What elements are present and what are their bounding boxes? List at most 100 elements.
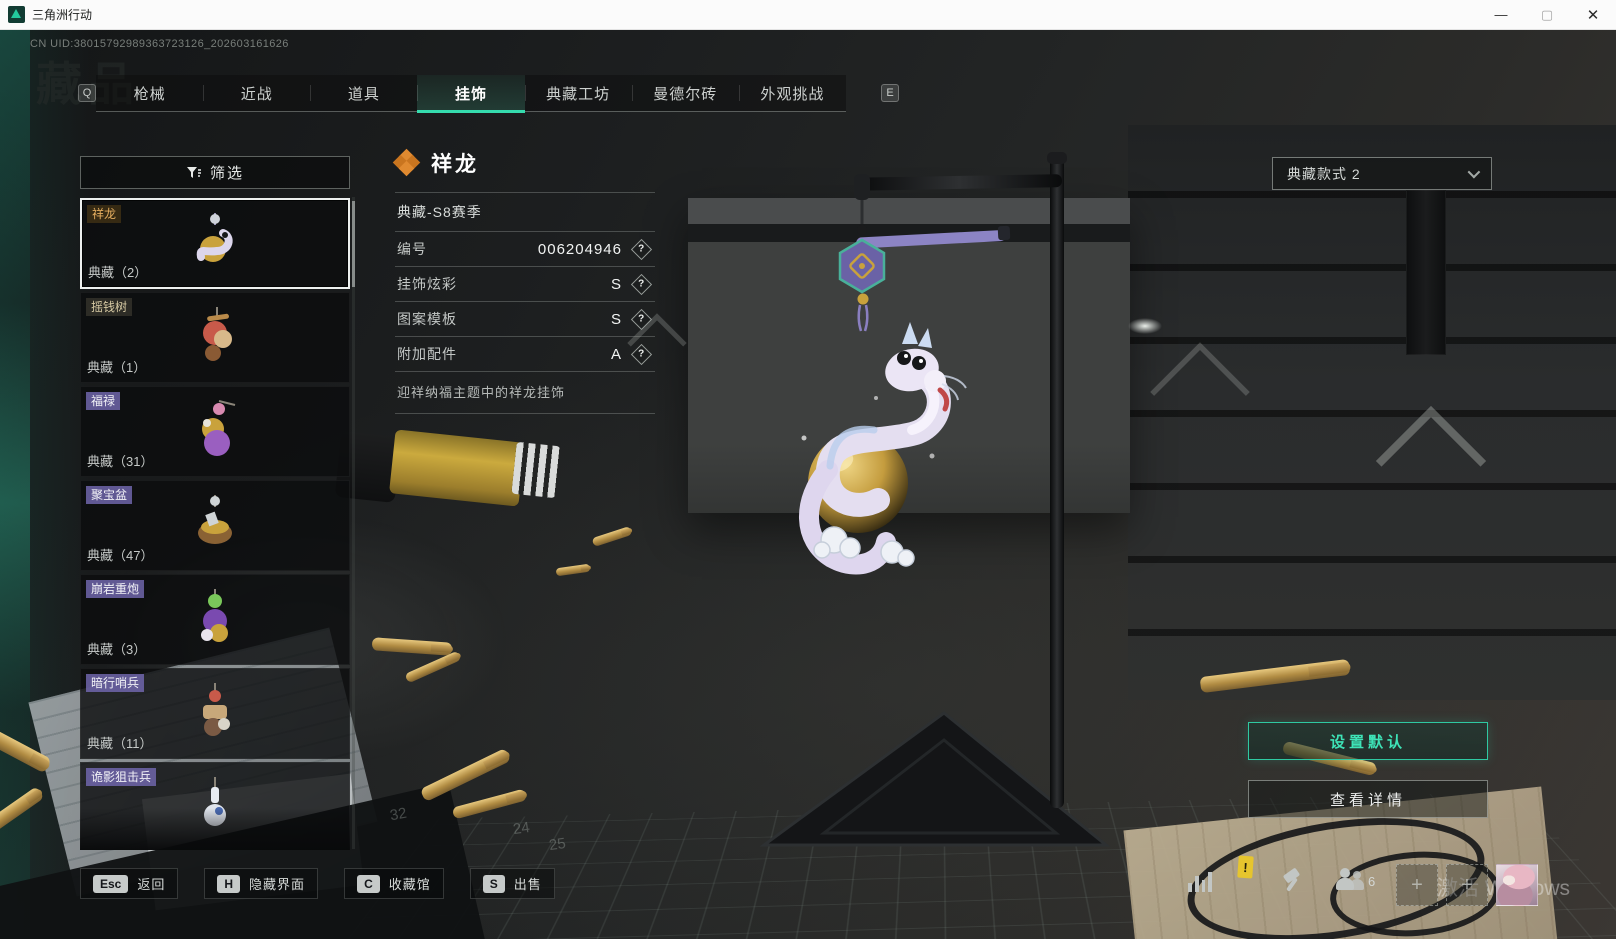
item-thumbnail [198,494,232,544]
auction-hammer-icon[interactable] [1280,867,1306,894]
next-tab-keyhint: E [881,84,899,102]
s-keycap: S [482,874,505,893]
collection-count: 典藏（31） [87,454,154,469]
item-thumbnail [201,588,228,642]
item-name-tag: 崩岩重炮 [86,580,145,598]
item-thumbnail [204,776,226,826]
pendant-3d-view [706,138,1136,873]
h-keycap: H [217,874,241,893]
tab-mandel-brick[interactable]: 曼德尔砖 [631,75,739,111]
floor-marking: 24 [511,818,531,839]
item-thumbnail [202,399,236,456]
item-name-tag: 聚宝盆 [86,486,133,504]
charm-crossbar [856,230,1006,249]
list-item-yaoqianshu[interactable]: 摇钱树 典藏（1） [80,292,350,383]
c-keycap: C [357,874,380,893]
tab-appearance-challenge[interactable]: 外观挑战 [738,75,846,111]
charm-item-list: 祥龙 典藏（2） 摇钱树 典藏（1） 福禄 典藏（31） 聚宝盆 典藏（47） … [80,198,350,850]
friends-icon[interactable] [1336,868,1364,892]
list-item-guiyingjujibing[interactable]: 诡影狙击兵 [80,762,350,850]
tab-guns[interactable]: 枪械 [96,75,203,111]
list-item-anxingshaobing[interactable]: 暗行哨兵 典藏（11） [80,668,350,759]
item-name-tag: 诡影狙击兵 [86,768,157,786]
collection-count: 典藏（1） [87,360,147,375]
tab-collection-workshop[interactable]: 典藏工坊 [524,75,632,111]
item-name-tag: 摇钱树 [86,298,133,316]
tab-melee[interactable]: 近战 [203,75,310,111]
floor-marking: 25 [547,834,567,855]
hide-ui-hotkey[interactable]: H 隐藏界面 [204,868,319,899]
minimize-button[interactable]: — [1478,0,1524,29]
player-avatar[interactable] [1496,864,1538,906]
spray-can [389,429,525,507]
stand-pole [1050,158,1064,808]
detail-row-pattern-template: 图案模板 S ? [395,302,655,336]
filter-funnel-icon [186,166,201,178]
list-item-jubaopen[interactable]: 聚宝盆 典藏（47） [80,480,350,571]
stats-icon[interactable] [1188,870,1212,892]
spray-can [511,441,561,499]
scrollbar-thumb[interactable] [352,201,355,287]
charm-sidebar: 筛选 祥龙 典藏（2） 摇钱树 典藏（1） 福禄 典藏（31） 聚宝盆 典藏（4… [80,156,350,850]
detail-row-charm-finish: 挂饰炫彩 S ? [395,267,655,301]
invite-slot-button[interactable]: + [1396,864,1438,906]
prev-tab-keyhint: Q [78,84,96,102]
item-name-tag: 祥龙 [87,205,122,223]
help-icon[interactable]: ? [630,273,653,295]
item-thumbnail [203,306,232,361]
chevron-down-icon [1467,165,1481,179]
account-uid: CN UID:38015792989363723126_202603161626 [30,38,289,50]
charm-rarity-icon [392,148,421,177]
list-item-xianglong[interactable]: 祥龙 典藏（2） [80,198,350,289]
collection-hall-hotkey[interactable]: C 收藏馆 [344,868,444,899]
help-icon[interactable]: ? [630,238,653,260]
status-icon-bar: ! 6 + + [1180,855,1538,908]
list-item-fulu[interactable]: 福禄 典藏（31） [80,386,350,477]
alert-badge: ! [1237,855,1254,879]
set-default-button[interactable]: 设置默认 [1248,722,1488,760]
charm-title: 祥龙 [431,153,479,176]
detail-row-serial: 编号 006204946 ? [395,232,655,266]
crate-latch [1406,190,1446,355]
item-name-tag: 暗行哨兵 [86,674,145,692]
friends-count: 6 [1368,874,1376,889]
collection-count: 典藏（2） [88,265,148,280]
hotkey-bar: Esc 返回 H 隐藏界面 C 收藏馆 S 出售 [80,868,555,899]
list-item-bengyanzhongpao[interactable]: 崩岩重炮 典藏（3） [80,574,350,665]
window-title: 三角洲行动 [32,8,93,22]
charm-description: 迎祥纳福主题中的祥龙挂饰 [397,385,566,400]
help-icon[interactable]: ? [630,308,653,330]
collection-count: 典藏（47） [87,548,154,563]
charm-detail-panel: 祥龙 典藏-S8赛季 编号 006204946 ? 挂饰炫彩 S ? 图案模板 … [392,148,655,414]
invite-slot-button[interactable]: + [1446,864,1488,906]
close-button[interactable]: ✕ [1570,0,1616,29]
title-bar: 三角洲行动 — ▢ ✕ [0,0,1616,30]
item-thumbnail [196,212,233,262]
help-icon[interactable]: ? [630,343,653,365]
bullet [555,563,591,577]
app-logo-icon [8,6,25,23]
maximize-button[interactable]: ▢ [1524,0,1570,29]
back-hotkey[interactable]: Esc 返回 [80,868,179,899]
floor-marking: 32 [388,804,409,825]
bullet [451,788,528,820]
tab-items[interactable]: 道具 [310,75,417,111]
bullet [591,526,633,547]
style-dropdown[interactable]: 典藏款式 2 [1272,157,1492,190]
view-details-button[interactable]: 查看详情 [1248,780,1488,818]
tab-charms[interactable]: 挂饰 [417,75,525,113]
game-window: 三角洲行动 — ▢ ✕ 32 24 25 CN UID:380157929893… [0,0,1616,939]
dragon-charm [799,322,967,575]
sell-hotkey[interactable]: S 出售 [469,868,555,899]
esc-keycap: Esc [93,874,129,893]
charm-season: 典藏-S8赛季 [397,204,482,220]
sidebar-scrollbar[interactable] [352,197,355,849]
stand-arm [856,174,1063,191]
style-dropdown-value: 典藏款式 2 [1287,165,1361,182]
collection-count: 典藏（11） [87,736,153,751]
collection-count: 典藏（3） [87,642,147,657]
detail-row-extra-accessory: 附加配件 A ? [395,337,655,371]
filter-button[interactable]: 筛选 [80,156,350,189]
item-name-tag: 福禄 [86,392,121,410]
category-tabbar: 枪械 近战 道具 挂饰 典藏工坊 曼德尔砖 外观挑战 [96,75,846,113]
